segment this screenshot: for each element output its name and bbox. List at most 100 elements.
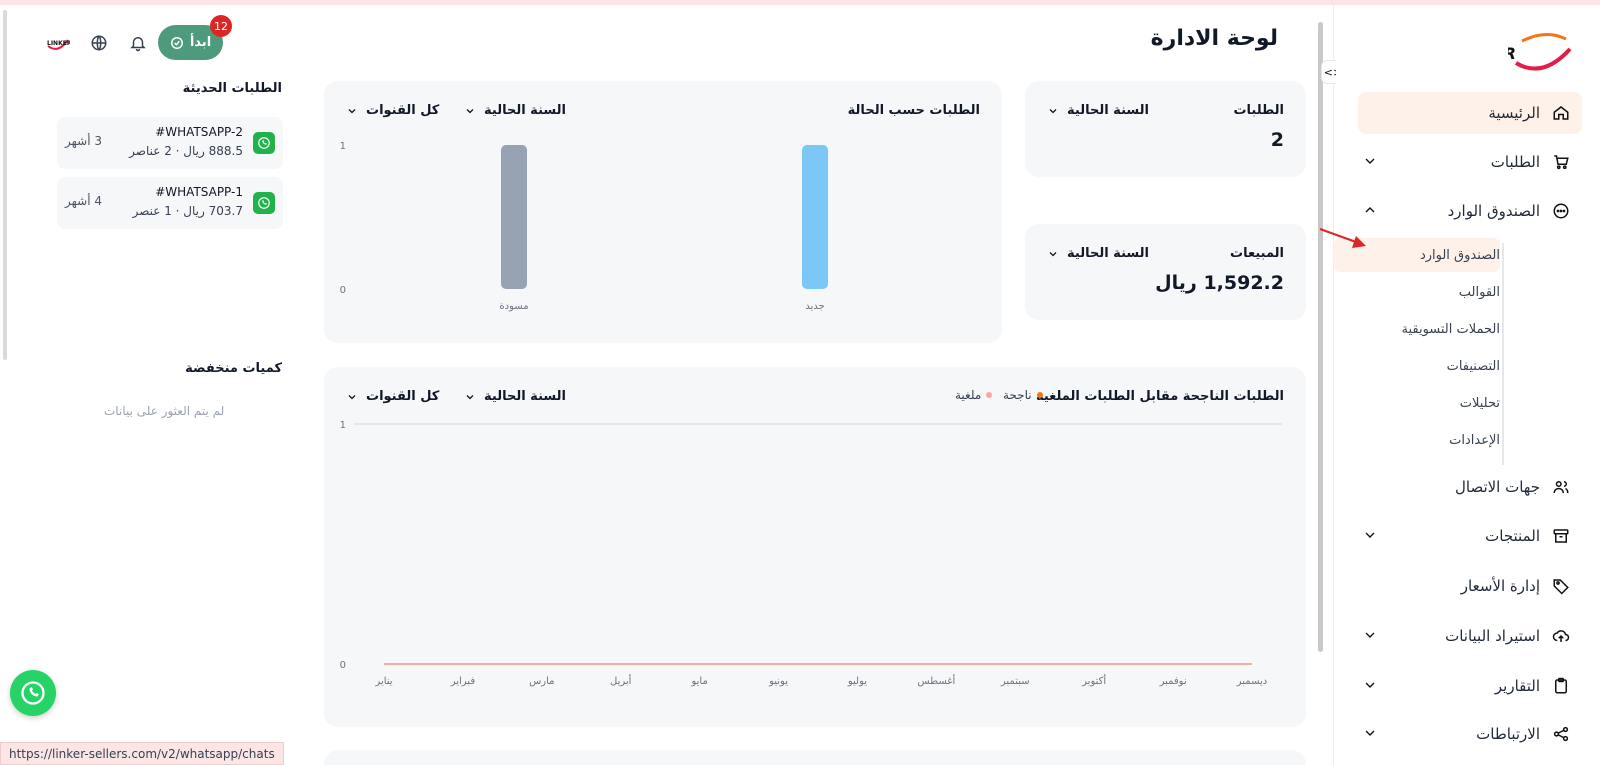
legend-dot [986,392,993,398]
x-tick-label: ديسمبر [1236,676,1267,687]
orders-card: الطلبات السنة الحالية 2 [1025,81,1306,177]
sidebar-item-label: الطلبات [1490,153,1540,171]
archive-icon [1552,527,1570,545]
left-scrollbar[interactable] [3,10,7,360]
sidebar-item-reports[interactable]: التقارير [1358,665,1582,707]
clipboard-icon [1552,677,1570,695]
order-summary: 888.5 ريال · 2 عناصر [129,144,243,158]
x-tick-label: فبراير [450,676,476,687]
legend-success[interactable]: ناجحة [1003,388,1043,402]
submenu-item-categories[interactable]: التصنيفات [1334,349,1500,383]
order-id: #WHATSAPP-1 [155,185,243,199]
x-tick-label: مايو [690,676,707,687]
chevron-down-icon[interactable] [1362,153,1378,169]
submenu-item-analytics[interactable]: تحليلات [1334,386,1500,420]
card-title: الطلبات [1233,103,1284,118]
orders-by-status-card: الطلبات حسب الحالة كل القنوات السنة الحا… [324,81,1002,343]
period-select[interactable]: السنة الحالية [1047,103,1149,118]
chevron-down-icon[interactable] [1362,677,1378,693]
submenu-item-templates[interactable]: القوالب [1334,275,1500,309]
x-tick-label: أكتوبر [1081,674,1106,687]
recent-order-item[interactable]: #WHATSAPP-2 888.5 ريال · 2 عناصر 3 أشهر [57,117,283,169]
x-tick-label: أغسطس [917,674,955,687]
y-tick-label: 1 [340,420,346,431]
cart-icon [1552,153,1570,171]
orders-count: 2 [1270,129,1284,151]
x-tick-label: سبتمبر [1000,676,1030,687]
whatsapp-icon [253,192,275,214]
chevron-up-icon[interactable] [1362,202,1378,218]
svg-text:LINKER: LINKER [47,40,70,47]
bar-draft [501,145,527,289]
sidebar-item-products[interactable]: المنتجات [1358,515,1582,557]
sidebar: LINKER الرئيسية الطلبات الصندوق الوارد ا… [1334,5,1600,765]
chevron-down-icon[interactable] [1362,627,1378,643]
low-stock-empty: لم يتم العثور على بيانات [104,404,225,418]
card-title: المبيعات [1230,246,1284,261]
status-bar-url: https://linker-sellers.com/v2/whatsapp/c… [0,742,284,765]
x-tick-label: جديد [805,301,824,312]
sidebar-item-import[interactable]: استيراد البيانات [1358,615,1582,657]
order-age: 4 أشهر [65,194,102,208]
period-select[interactable]: السنة الحالية [1047,246,1149,261]
check-circle-icon [170,36,183,49]
sidebar-scrollbar[interactable] [1318,10,1323,755]
whatsapp-icon [253,132,275,154]
x-tick-label: مارس [529,676,554,687]
x-tick-label: يوليو [847,676,867,687]
sidebar-item-home[interactable]: الرئيسية [1358,92,1582,134]
sales-card: المبيعات السنة الحالية 1,592.2 ريال [1025,224,1306,320]
legend-label: ملغية [955,388,982,402]
sidebar-item-label: المنتجات [1485,527,1540,545]
linker-logo[interactable]: LINKER [1451,29,1578,77]
x-tick-label: يناير [374,676,392,687]
sidebar-item-pricing[interactable]: إدارة الأسعار [1358,565,1582,607]
whatsapp-chat-button[interactable] [10,670,56,716]
share-icon [1552,725,1570,743]
page-title: لوحة الادارة [1150,26,1278,51]
sidebar-divider [1333,5,1334,765]
x-tick-label: مسودة [499,301,528,312]
sidebar-item-integrations[interactable]: الارتباطات [1358,713,1582,755]
notification-count-badge: 12 [210,15,232,37]
success-cancel-line-chart: 0 1 ديسمبر نوفمبر أكتوبر سبتمبر أغسطس يوليو يوني… [340,420,1282,687]
submenu-item-settings[interactable]: الإعدادات [1334,423,1500,457]
svg-text:LINKER: LINKER [1508,44,1516,63]
period-label: السنة الحالية [1067,246,1149,261]
sidebar-item-label: الصندوق الوارد [1447,202,1540,220]
y-tick-label: 0 [340,285,346,296]
sidebar-item-orders[interactable]: الطلبات [1358,141,1582,183]
start-label: ابدأ [189,35,212,50]
sidebar-item-label: الارتباطات [1476,725,1540,743]
order-id: #WHATSAPP-2 [155,125,243,139]
chevron-down-icon[interactable] [1362,725,1378,741]
recent-orders-title: الطلبات الحديثة [182,81,282,96]
sidebar-item-contacts[interactable]: جهات الاتصال [1358,466,1582,508]
sidebar-item-inbox[interactable]: الصندوق الوارد [1358,190,1582,232]
tag-icon [1552,577,1570,595]
chevron-down-icon [1049,251,1057,256]
x-tick-label: أبريل [610,674,632,687]
sidebar-item-label: استيراد البيانات [1445,627,1540,645]
submenu-rail [1502,243,1504,465]
status-bar-chart: 0 1 جديد مسودة [340,141,828,312]
recent-order-item[interactable]: #WHATSAPP-1 703.7 ريال · 1 عنصر 4 أشهر [57,177,283,229]
red-arrow-annotation [1319,228,1366,248]
chevron-down-icon[interactable] [1362,527,1378,543]
next-card-edge [324,750,1306,765]
globe-icon[interactable] [88,32,110,54]
submenu-item-campaigns[interactable]: الحملات التسويقية [1334,312,1500,346]
sidebar-item-label: الرئيسية [1488,104,1540,122]
users-icon [1552,478,1570,496]
legend-cancel[interactable]: ملغية [955,388,993,402]
x-tick-label: يونيو [768,676,788,687]
y-tick-label: 0 [340,660,346,671]
bar-new [802,145,828,289]
bell-icon[interactable] [127,32,149,54]
period-label: السنة الحالية [1067,103,1149,118]
success-vs-cancel-card: الطلبات الناجحة مقابل الطلبات الملغية كل… [324,367,1306,727]
sidebar-item-label: التقارير [1494,677,1540,695]
sidebar-item-label: إدارة الأسعار [1460,577,1540,595]
store-avatar[interactable]: LINKER [46,32,70,54]
legend-dot [1036,392,1043,398]
